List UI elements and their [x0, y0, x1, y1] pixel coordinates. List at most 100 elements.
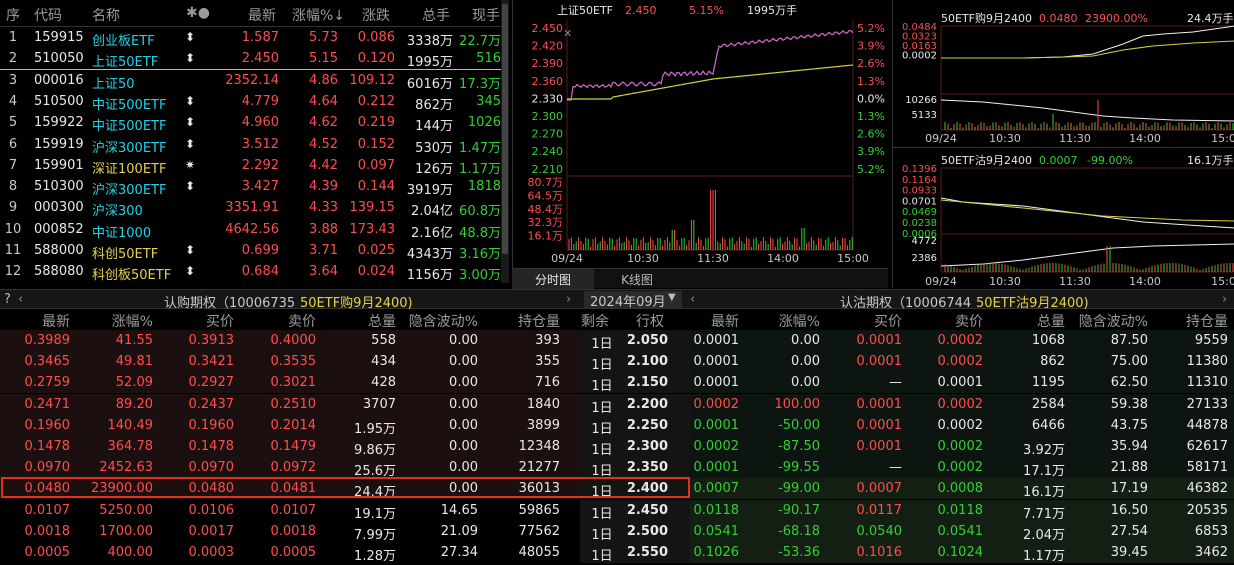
col-name[interactable]: 名称	[92, 5, 120, 25]
tab-kline[interactable]: K线图	[596, 269, 678, 289]
put-chart-pct: -99.00%	[1087, 154, 1133, 167]
call-chart-volume: 24.4万手	[1187, 11, 1234, 25]
put-chart-title: 50ETF沽9月2400	[941, 154, 1032, 167]
call-time-tick: 15:00	[1211, 132, 1234, 145]
change-amount: 0.212	[357, 93, 395, 109]
call-ask: 0.2014	[270, 417, 317, 433]
option-col-header[interactable]: 最新	[0, 311, 70, 331]
option-row[interactable]: 0.2471 89.20 0.2437 0.2510 3707 0.00 1840 1日 2.2…	[0, 393, 1234, 416]
stock-row[interactable]: 12 588080 科创板50ETF ⬍ 0.684 3.64 0.024 1156万 3.00…	[0, 261, 509, 284]
total-volume: 1156万	[406, 268, 453, 284]
option-col-header[interactable]: 买价	[812, 311, 902, 331]
option-row[interactable]: 0.1960 140.49 0.1960 0.2014 1.95万 0.00 3899 1日 2…	[0, 414, 1234, 437]
help-icon[interactable]: ?	[4, 292, 11, 307]
stock-row[interactable]: 6 159919 沪深300ETF ⬍ 3.512 4.52 0.152 530万 1.47万	[0, 134, 509, 156]
col-flag[interactable]: ✱●	[186, 5, 210, 21]
put-ask: 0.0541	[937, 523, 984, 539]
call-oi: 3899	[526, 417, 560, 433]
row-index: 7	[8, 157, 18, 173]
option-row[interactable]: 0.1478 364.78 0.1478 0.1479 9.86万 0.00 12348 1日…	[0, 436, 1234, 458]
last-price: 4.779	[241, 93, 279, 109]
total-volume: 1995万	[406, 55, 453, 71]
time-tick: 11:30	[697, 252, 729, 265]
option-row[interactable]: 0.0018 1700.00 0.0017 0.0018 7.99万 21.09 77562…	[0, 520, 1234, 543]
stock-code: 000852	[34, 221, 84, 237]
col-change[interactable]: 涨跌	[362, 5, 390, 25]
call-oi: 355	[535, 354, 560, 370]
option-col-header[interactable]: 涨幅%	[730, 311, 820, 331]
option-row[interactable]: 0.0005 400.00 0.0003 0.0005 1.28万 27.34 48055 1…	[0, 542, 1234, 564]
call-bid: 0.1960	[188, 417, 235, 433]
put-chart-volume: 16.1万手	[1187, 153, 1234, 167]
option-row[interactable]: 0.2759 52.09 0.2927 0.3021 428 0.00 716 1日 2.150…	[0, 372, 1234, 394]
put-volume: 2.04万	[1023, 527, 1065, 543]
put-oi: 44878	[1186, 417, 1228, 433]
time-tick: 15:00	[837, 252, 869, 265]
stock-row[interactable]: 3 000016 上证50 2352.14 4.86 109.12 6016万 17.3万	[0, 70, 509, 92]
call-option-chart[interactable]: 50ETF购9月2400 0.0480 23900.00% 24.4万手 0.0…	[892, 0, 1234, 147]
option-col-header[interactable]: 涨幅%	[63, 311, 153, 331]
option-col-header[interactable]: 卖价	[226, 311, 316, 331]
call-chart-svg: 50ETF购9月2400 0.0480 23900.00% 24.4万手 0.0…	[902, 11, 1234, 145]
stock-name: 创业板ETF	[92, 34, 155, 49]
option-col-header[interactable]: 最新	[649, 311, 739, 331]
last-price: 0.699	[241, 243, 279, 258]
stock-list-scrollbar[interactable]	[501, 0, 509, 283]
stock-row[interactable]: 8 510300 沪深300ETF ⬍ 3.427 4.39 0.144 3919万 1818	[0, 176, 509, 198]
option-col-header[interactable]: 持仓量	[470, 311, 560, 331]
option-col-header[interactable]: 总量	[975, 311, 1065, 331]
put-last: 0.0001	[693, 460, 740, 476]
put-chevron-right-icon[interactable]: ›	[1222, 292, 1227, 307]
chevron-right-icon[interactable]: ›	[566, 292, 571, 307]
tab-intraday[interactable]: 分时图	[512, 269, 594, 289]
put-time-tick: 10:30	[989, 275, 1021, 288]
stock-row[interactable]: 5 159922 中证500ETF ⬍ 4.960 4.62 0.219 144万 1026	[0, 112, 509, 134]
put-option-chart[interactable]: 50ETF沽9月2400 0.0007 -99.00% 16.1万手 0.139…	[892, 147, 1234, 288]
stock-row[interactable]: 1 159915 创业板ETF ⬍ 1.587 5.73 0.086 3338万 22.7万	[0, 27, 509, 49]
stock-name: 中证500ETF	[92, 97, 167, 113]
row-index: 8	[8, 179, 18, 195]
current-volume: 3.00万	[459, 268, 501, 284]
stock-row[interactable]: 9 000300 沪深300 3351.91 4.33 139.15 2.04亿 60.8万	[0, 197, 509, 219]
col-index[interactable]: 序	[6, 5, 20, 25]
stock-row[interactable]: 10 000852 中证1000 4642.56 3.88 173.43 2.16亿 48.8…	[0, 219, 509, 241]
scrollbar-thumb[interactable]	[502, 4, 508, 254]
stock-row[interactable]: 7 159901 深证100ETF ✷ 2.292 4.42 0.097 126万 1.17万	[0, 155, 509, 177]
col-volume[interactable]: 总手	[422, 5, 450, 25]
option-col-header[interactable]: 隐含波动%	[1058, 311, 1148, 331]
close-icon[interactable]: ✕	[563, 27, 572, 40]
stock-row[interactable]: 2 510050 上证50ETF ⬍ 2.450 5.15 0.120 1995万 516	[0, 48, 509, 71]
put-price-tick: 0.0933	[902, 186, 937, 197]
option-col-header[interactable]: 买价	[144, 311, 234, 331]
intraday-chart[interactable]: 上证50ETF 2.450 5.15% 1995万手 ✕ 2.450 5.2% 2.…	[512, 0, 889, 268]
stock-row[interactable]: 4 510500 中证500ETF ⬍ 4.779 4.64 0.212 862万 345	[0, 91, 509, 113]
option-col-header[interactable]: 卖价	[893, 311, 983, 331]
option-col-header[interactable]: 隐含波动%	[388, 311, 478, 331]
option-row[interactable]: 0.0107 5250.00 0.0106 0.0107 19.1万 14.65 59865…	[0, 499, 1234, 522]
put-pct: -53.36	[778, 545, 820, 560]
option-col-header[interactable]: 总量	[306, 311, 396, 331]
col-last[interactable]: 最新	[248, 5, 276, 25]
option-col-header[interactable]: 持仓量	[1138, 311, 1228, 331]
put-chevron-left-icon[interactable]: ‹	[690, 292, 695, 307]
option-row[interactable]: 0.3989 41.55 0.3913 0.4000 558 0.00 393 1日 2.050…	[0, 330, 1234, 352]
put-pct: 0.00	[791, 333, 820, 348]
stock-row[interactable]: 11 588000 科创50ETF ⬍ 0.699 3.71 0.025 4343万 3.16万	[0, 240, 509, 262]
put-pct: -99.00	[778, 481, 820, 497]
option-col-header[interactable]: 剩余	[580, 311, 610, 331]
stock-flag-icon: ⬍	[185, 51, 196, 66]
option-row[interactable]: 0.0970 2452.63 0.0970 0.0972 25.6万 0.00 21277 1…	[0, 457, 1234, 479]
chevron-left-icon[interactable]: ‹	[18, 292, 23, 307]
col-current[interactable]: 现手	[472, 5, 500, 25]
call-pct: 5250.00	[99, 502, 153, 518]
options-bar: ? ‹ 认购期权（10006735 50ETF购9月2400) › 2024年0…	[0, 289, 1234, 311]
change-amount: 0.025	[357, 243, 395, 258]
days-remaining: 1日	[591, 358, 613, 374]
option-row[interactable]: 0.3465 49.81 0.3421 0.3535 434 0.00 355 1日 2.100…	[0, 351, 1234, 374]
call-last: 0.0005	[24, 545, 71, 560]
col-pct-sorted[interactable]: 涨幅%↓	[292, 5, 345, 25]
chevron-down-icon[interactable]: ▼	[668, 292, 676, 303]
col-code[interactable]: 代码	[34, 5, 62, 25]
stock-flag-icon: ⬍	[185, 115, 196, 130]
put-oi: 62617	[1186, 439, 1228, 454]
